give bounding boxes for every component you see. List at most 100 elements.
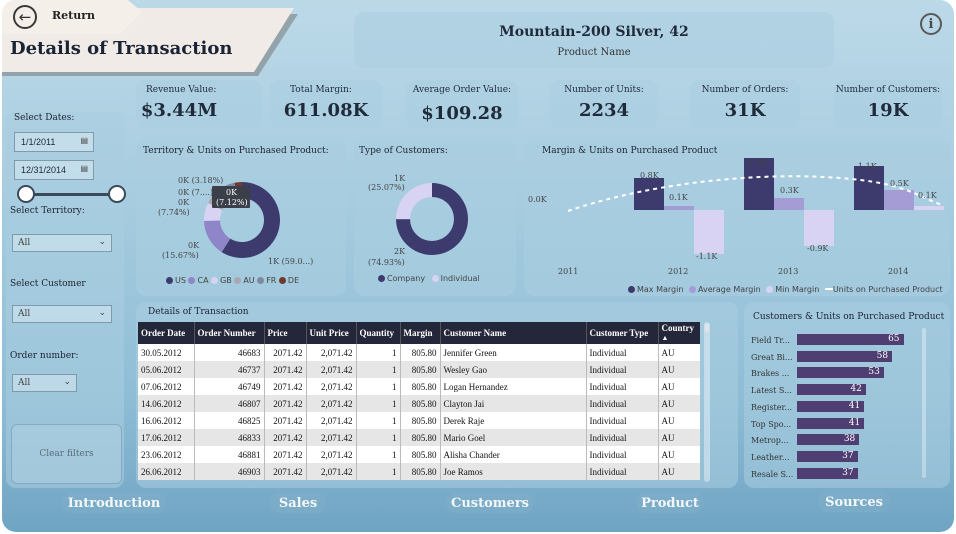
column-header[interactable]: Order Number	[194, 322, 265, 344]
nav-sources[interactable]: Sources	[818, 492, 890, 512]
column-header-country[interactable]: Country ▲	[658, 322, 700, 344]
territory-label: Select Territory:	[10, 206, 85, 216]
column-header[interactable]: Unit Price	[306, 322, 357, 344]
legend-item[interactable]: AU	[234, 276, 255, 285]
legend-item[interactable]: US	[166, 276, 186, 285]
table-cell: Individual	[586, 361, 659, 378]
territory-label-slice: 1K (59.0...)	[268, 257, 313, 266]
customer-bar-label: Great Bi...	[751, 352, 793, 362]
nav-introduction[interactable]: Introduction	[62, 493, 166, 513]
table-cell: 1	[356, 344, 401, 361]
clear-filters-button[interactable]: Clear filters	[11, 424, 122, 484]
customer-bar-row[interactable]: Latest S... 42	[749, 384, 919, 398]
max-margin-bar[interactable]	[854, 166, 884, 210]
legend-item[interactable]: CA	[188, 276, 209, 285]
calendar-icon[interactable]: ▤	[80, 136, 88, 145]
customer-bar-row[interactable]: Top Spo... 41	[749, 417, 919, 432]
customer-bar: 53	[797, 367, 884, 379]
legend-item[interactable]: Company	[378, 274, 425, 283]
customer-bar-row[interactable]: Brakes ... 53	[749, 367, 919, 381]
nav-customers[interactable]: Customers	[446, 493, 534, 513]
table-cell: 46833	[194, 429, 265, 446]
customer-bar-row[interactable]: Great Bi... 58	[749, 350, 919, 365]
avg-margin-bar[interactable]	[664, 206, 694, 210]
table-cell: 1	[356, 361, 401, 378]
order-dropdown[interactable]: All ⌄	[12, 374, 77, 392]
table-cell: 2,071.42	[306, 378, 357, 395]
column-header[interactable]: Customer Type	[586, 322, 659, 344]
column-header[interactable]: Price	[264, 322, 307, 344]
kpi-value: 611.08K	[283, 100, 369, 121]
date-slider-track[interactable]	[24, 193, 119, 196]
table-cell: 805.80	[400, 446, 441, 463]
table-row[interactable]: 26.06.2012 46903 2071.42 2,071.42 1 805.80 Joe…	[138, 463, 700, 480]
kpi-value: $3.44M	[140, 100, 218, 121]
customer-dropdown[interactable]: All ⌄	[12, 305, 112, 323]
table-cell: 1	[356, 463, 401, 480]
info-icon[interactable]: i	[920, 13, 942, 35]
territory-label-slice: (15.67%)	[162, 251, 199, 260]
table-cell: Individual	[586, 412, 659, 429]
legend-item[interactable]: GB	[211, 276, 232, 285]
customer-bar-row[interactable]: Field Tr... 65	[749, 334, 919, 348]
min-margin-bar[interactable]	[914, 206, 944, 210]
table-row[interactable]: 30.05.2012 46683 2071.42 2,071.42 1 805.80 Jen…	[138, 344, 700, 361]
date-from-input[interactable]: 1/1/2011 ▤	[14, 132, 94, 152]
customer-label: Select Customer	[10, 279, 86, 289]
table-cell: Clayton Jai	[440, 395, 587, 412]
min-margin-bar[interactable]	[694, 210, 724, 254]
product-name-label: Product Name	[557, 47, 631, 58]
column-header[interactable]: Margin	[400, 322, 441, 344]
date-slider-end-handle[interactable]	[108, 185, 126, 203]
avg-margin-bar[interactable]	[884, 190, 914, 210]
table-row[interactable]: 16.06.2012 46825 2071.42 2,071.42 1 805.80 Der…	[138, 412, 700, 429]
max-margin-bar[interactable]	[634, 178, 664, 210]
legend-dot	[257, 277, 265, 284]
customer-bar-row[interactable]: Leather... 37	[749, 450, 919, 465]
table-row[interactable]: 07.06.2012 46749 2071.42 2,071.42 1 805.80 Log…	[138, 378, 700, 395]
return-button[interactable]: ← Return	[2, 0, 142, 34]
table-row[interactable]: 14.06.2012 46807 2071.42 2,071.42 1 805.80 Cla…	[138, 395, 700, 412]
table-cell: AU	[658, 429, 700, 446]
order-label: Order number:	[10, 351, 79, 361]
table-row[interactable]: 23.06.2012 46881 2071.42 2,071.42 1 805.80 Ali…	[138, 446, 700, 463]
calendar-icon[interactable]: ▤	[80, 164, 88, 173]
legend-item[interactable]: DE	[278, 276, 299, 285]
legend-item[interactable]: Individual	[431, 274, 480, 283]
bar-list-scrollbar[interactable]	[922, 328, 926, 478]
table-cell: Mario Goel	[440, 429, 587, 446]
nav-product[interactable]: Product	[636, 493, 704, 513]
customer-bar-row[interactable]: Resale S... 37	[749, 467, 919, 482]
table-cell: 2,071.42	[306, 463, 357, 480]
territory-label-slice: 0K (3.18%)	[178, 176, 223, 185]
table-cell: AU	[658, 361, 700, 378]
legend-dot	[188, 277, 196, 284]
legend-item[interactable]: FR	[257, 276, 276, 285]
date-to-input[interactable]: 12/31/2014 ▤	[14, 160, 94, 180]
legend-item[interactable]: Max Margin	[628, 285, 683, 294]
legend-item[interactable]: Min Margin	[766, 285, 819, 294]
legend-item[interactable]: Units on Purchased Product	[824, 285, 943, 294]
legend-item[interactable]: Average Margin	[688, 285, 761, 294]
table-scroll-thumb[interactable]	[705, 324, 709, 332]
legend-label: Average Margin	[697, 285, 761, 294]
date-slider-start-handle[interactable]	[17, 185, 35, 203]
table-row[interactable]: 17.06.2012 46833 2071.42 2,071.42 1 805.80 Mar…	[138, 429, 700, 446]
table-header-row: Order Date Order Number Price Unit Price…	[138, 322, 700, 344]
table-scrollbar[interactable]	[704, 322, 710, 482]
legend-dot	[766, 286, 774, 293]
avg-margin-bar[interactable]	[774, 198, 804, 210]
customer-bar-row[interactable]: Register... 41	[749, 400, 919, 415]
column-header[interactable]: Order Date	[138, 322, 195, 344]
customer-bar-row[interactable]: Metrop... 38	[749, 434, 919, 448]
table-cell: AU	[658, 446, 700, 463]
column-header[interactable]: Customer Name	[440, 322, 587, 344]
table-cell: 2,071.42	[306, 429, 357, 446]
column-header[interactable]: Quantity	[356, 322, 401, 344]
table-cell: 46881	[194, 446, 265, 463]
table-row[interactable]: 05.06.2012 46737 2071.42 2,071.42 1 805.80 Wes…	[138, 361, 700, 378]
table-cell: 805.80	[400, 344, 441, 361]
territory-dropdown[interactable]: All ⌄	[12, 234, 112, 252]
min-margin-bar[interactable]	[804, 210, 834, 246]
nav-sales[interactable]: Sales	[270, 493, 326, 513]
